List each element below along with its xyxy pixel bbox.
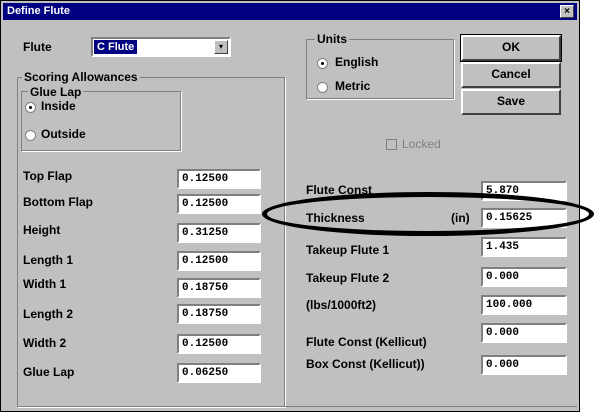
units-english-radio[interactable] — [317, 58, 328, 69]
save-button[interactable]: Save — [461, 89, 561, 115]
chevron-down-icon[interactable]: ▾ — [214, 40, 228, 54]
flute-const-kellicut-field[interactable]: 0.000 — [481, 323, 567, 343]
locked-label: Locked — [402, 137, 441, 151]
width-1-field[interactable]: 0.18750 — [177, 278, 261, 298]
glue-lap-outside-radio[interactable] — [25, 130, 36, 141]
bottom-flap-field[interactable]: 0.12500 — [177, 194, 261, 214]
units-group: Units — [306, 33, 454, 99]
units-metric-radio[interactable] — [317, 82, 328, 93]
length-2-field[interactable]: 0.18750 — [177, 304, 261, 324]
box-const-kellicut-field[interactable]: 0.000 — [481, 355, 567, 375]
width-1-label: Width 1 — [23, 277, 67, 291]
top-flap-field[interactable]: 0.12500 — [177, 169, 261, 189]
flute-selected-value: C Flute — [94, 40, 138, 54]
lbs-per-1000ft2-label: (lbs/1000ft2) — [306, 298, 377, 312]
length-1-field[interactable]: 0.12500 — [177, 251, 261, 271]
width-2-label: Width 2 — [23, 336, 67, 350]
length-1-label: Length 1 — [23, 253, 73, 267]
flute-label: Flute — [23, 40, 52, 54]
title-bar[interactable]: Define Flute × — [3, 3, 577, 20]
scoring-allowances-legend: Scoring Allowances — [22, 70, 140, 84]
window-title: Define Flute — [7, 5, 70, 17]
flute-const-kellicut-label: Flute Const (Kellicut) — [306, 335, 427, 349]
ok-button[interactable]: OK — [460, 34, 562, 62]
close-icon[interactable]: × — [560, 5, 574, 18]
bottom-flap-label: Bottom Flap — [23, 195, 93, 209]
takeup-flute-1-label: Takeup Flute 1 — [306, 243, 390, 257]
cancel-button[interactable]: Cancel — [461, 62, 561, 88]
glue-lap-field[interactable]: 0.06250 — [177, 363, 261, 383]
takeup-flute-2-field[interactable]: 0.000 — [481, 267, 567, 287]
glue-lap-legend: Glue Lap — [28, 85, 84, 99]
flute-dropdown[interactable]: C Flute ▾ — [91, 37, 231, 57]
glue-lap-inside-label: Inside — [41, 99, 76, 113]
box-const-kellicut-label: Box Const (Kellicut)) — [306, 357, 425, 371]
units-metric-label: Metric — [335, 79, 371, 93]
lbs-per-1000ft2-field[interactable]: 100.000 — [481, 295, 567, 315]
height-field[interactable]: 0.31250 — [177, 223, 261, 243]
height-label: Height — [23, 223, 61, 237]
length-2-label: Length 2 — [23, 307, 73, 321]
glue-lap-inside-radio[interactable] — [25, 102, 36, 113]
bottom-separator — [17, 406, 577, 407]
units-english-label: English — [335, 55, 379, 69]
thickness-highlight-ellipse — [262, 192, 594, 236]
glue-lap-value-label: Glue Lap — [23, 365, 75, 379]
top-flap-label: Top Flap — [23, 169, 73, 183]
width-2-field[interactable]: 0.12500 — [177, 334, 261, 354]
locked-checkbox[interactable] — [386, 139, 397, 150]
glue-lap-outside-label: Outside — [41, 127, 86, 141]
takeup-flute-1-field[interactable]: 1.435 — [481, 237, 567, 257]
takeup-flute-2-label: Takeup Flute 2 — [306, 271, 390, 285]
units-legend: Units — [315, 32, 349, 46]
